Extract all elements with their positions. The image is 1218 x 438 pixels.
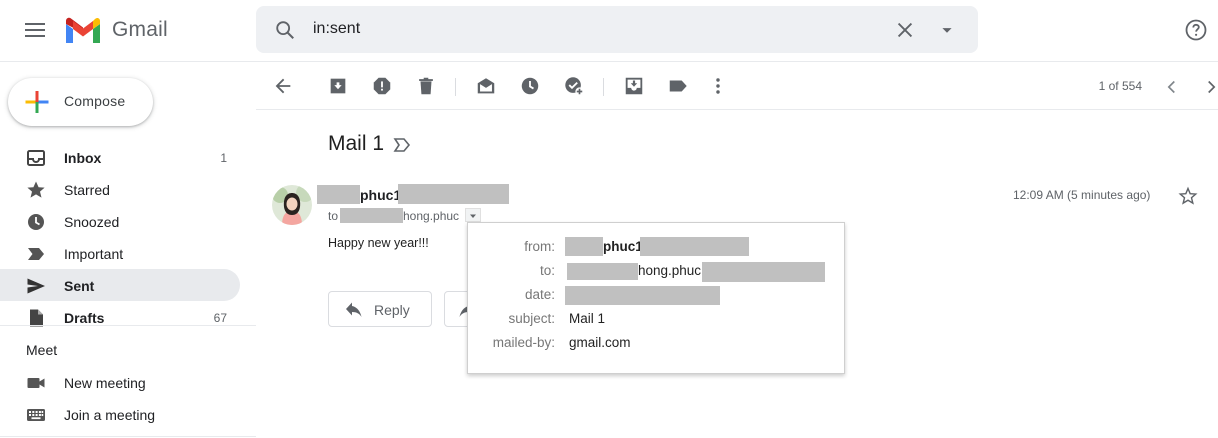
sidebar-item-sent[interactable]: Sent xyxy=(0,269,240,301)
video-icon xyxy=(27,378,45,388)
toolbar-separator xyxy=(455,78,456,96)
snooze-icon[interactable] xyxy=(519,75,541,97)
sidebar-item-starred[interactable]: Starred xyxy=(0,173,240,205)
draft-count: 67 xyxy=(213,311,227,325)
redacted-to-suffix xyxy=(702,262,825,282)
details-key: date: xyxy=(524,287,555,302)
help-icon[interactable] xyxy=(1184,18,1208,42)
search-bar[interactable]: in:sent xyxy=(256,6,978,53)
details-value: phuc1 xyxy=(603,239,643,254)
main-menu-button[interactable] xyxy=(24,20,46,40)
redacted-from-suffix xyxy=(640,237,749,256)
meet-item-label: Join a meeting xyxy=(64,407,156,423)
star-icon xyxy=(27,181,45,198)
archive-icon[interactable] xyxy=(327,75,349,97)
report-spam-icon[interactable] xyxy=(371,75,393,97)
mark-unread-icon[interactable] xyxy=(475,75,497,97)
clear-search-icon[interactable] xyxy=(894,19,916,41)
sidebar-item-label: Snoozed xyxy=(64,214,120,230)
move-to-icon[interactable] xyxy=(623,75,645,97)
inbox-icon xyxy=(27,150,45,166)
redacted-date xyxy=(565,286,720,305)
to-prefix: to xyxy=(328,209,339,223)
sidebar-item-snoozed[interactable]: Snoozed xyxy=(0,205,240,237)
older-icon[interactable] xyxy=(1200,76,1218,98)
sidebar-item-important[interactable]: Important xyxy=(0,237,240,269)
compose-button[interactable]: Compose xyxy=(8,78,153,126)
search-options-icon[interactable] xyxy=(936,19,958,41)
avatar-photo xyxy=(272,185,312,225)
details-row-date: date: xyxy=(468,286,846,307)
meet-item-label: New meeting xyxy=(64,375,146,391)
sidebar-nav: Inbox 1 Starred Snoozed Important Sent D… xyxy=(0,141,240,333)
delete-icon[interactable] xyxy=(415,75,437,97)
message-body: Happy new year!!! xyxy=(328,236,429,250)
reply-button[interactable]: Reply xyxy=(328,291,432,327)
menu-icon xyxy=(25,23,45,37)
details-key: from: xyxy=(524,239,555,254)
important-marker-icon[interactable] xyxy=(392,136,412,154)
message-details-popup: from: phuc1 to: hong.phuc date: subject:… xyxy=(467,222,845,374)
important-icon xyxy=(28,248,44,260)
keyboard-icon xyxy=(27,409,45,421)
details-row-to: to: hong.phuc xyxy=(468,262,846,283)
message-subject: Mail 1 xyxy=(328,132,385,155)
details-row-mailed-by: mailed-by: gmail.com xyxy=(468,335,846,355)
details-key: to: xyxy=(539,263,555,278)
more-icon[interactable] xyxy=(707,75,729,97)
sender-avatar[interactable] xyxy=(272,185,312,225)
sender-name[interactable]: phuc1 xyxy=(360,187,401,203)
star-icon[interactable] xyxy=(1178,186,1198,206)
details-key: mailed-by: xyxy=(492,335,555,350)
sidebar-item-label: Starred xyxy=(64,182,110,198)
label-icon[interactable] xyxy=(667,75,689,97)
show-details-button[interactable] xyxy=(465,208,481,222)
redacted-sender-suffix xyxy=(398,184,509,204)
plus-icon xyxy=(25,91,49,113)
redacted-recipient-prefix xyxy=(340,208,403,223)
details-value: Mail 1 xyxy=(569,311,606,326)
new-meeting-item[interactable]: New meeting xyxy=(0,366,240,398)
caret-down-icon xyxy=(470,214,476,218)
sidebar-item-label: Sent xyxy=(64,278,95,294)
redacted-to-prefix xyxy=(567,263,638,280)
unread-count: 1 xyxy=(220,151,227,165)
gmail-logo[interactable]: Gmail xyxy=(64,14,168,46)
details-key: subject: xyxy=(508,311,555,326)
pagination-text: 1 of 554 xyxy=(1098,79,1142,93)
meet-section-title: Meet xyxy=(26,342,58,358)
sidebar-item-label: Drafts xyxy=(64,310,105,326)
redacted-from-prefix xyxy=(565,237,603,256)
details-row-from: from: phuc1 xyxy=(468,237,846,259)
recipient-name: hong.phuc xyxy=(403,209,460,223)
toolbar-separator xyxy=(603,78,604,96)
compose-label: Compose xyxy=(64,93,126,109)
newer-icon[interactable] xyxy=(1161,76,1183,98)
sidebar-item-inbox[interactable]: Inbox 1 xyxy=(0,141,240,173)
redacted-sender-prefix xyxy=(317,185,360,204)
details-row-subject: subject: Mail 1 xyxy=(468,311,846,331)
sidebar-divider xyxy=(0,325,256,326)
sidebar-item-label: Important xyxy=(64,246,124,262)
back-icon[interactable] xyxy=(272,75,294,97)
details-value: gmail.com xyxy=(569,335,631,350)
send-icon xyxy=(27,278,45,294)
reply-label: Reply xyxy=(374,302,410,318)
sidebar-item-drafts[interactable]: Drafts 67 xyxy=(0,301,240,333)
message-time: 12:09 AM (5 minutes ago) xyxy=(1013,188,1151,202)
reply-icon xyxy=(346,302,362,317)
app-name: Gmail xyxy=(112,18,168,41)
message-toolbar: 1 of 554 xyxy=(256,62,1218,110)
details-value: hong.phuc xyxy=(638,263,702,278)
sidebar-item-label: Inbox xyxy=(64,150,102,166)
sidebar-divider-bottom xyxy=(0,436,256,437)
add-task-icon[interactable] xyxy=(563,75,585,97)
search-input[interactable]: in:sent xyxy=(313,20,360,38)
search-icon[interactable] xyxy=(274,19,296,41)
gmail-logo-icon xyxy=(66,17,100,43)
clock-icon xyxy=(28,214,44,230)
join-meeting-item[interactable]: Join a meeting xyxy=(0,398,240,430)
